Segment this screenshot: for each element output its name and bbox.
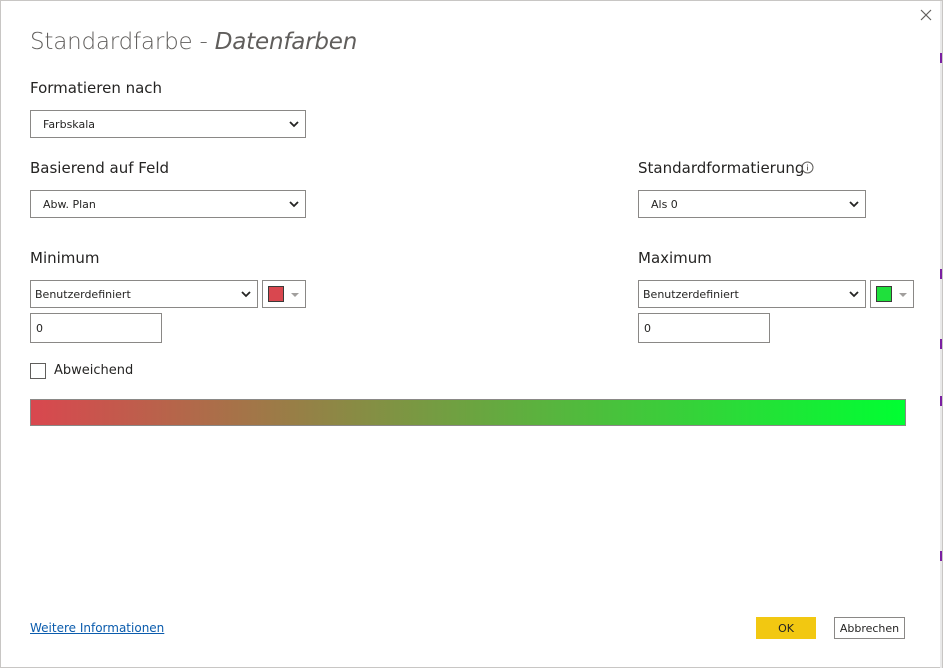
edge-accent <box>940 339 942 349</box>
format-dialog: Standardfarbe - Datenfarben Formatieren … <box>0 0 943 668</box>
edge-accent <box>940 396 942 406</box>
maximum-color-picker[interactable] <box>870 280 914 308</box>
chevron-down-icon <box>289 201 299 208</box>
edge-accent <box>940 269 942 279</box>
dialog-title-main: Standardfarbe - <box>30 29 215 55</box>
cancel-button[interactable]: Abbrechen <box>834 617 905 639</box>
minimum-type-select[interactable]: Benutzerdefiniert <box>30 280 258 308</box>
close-button[interactable] <box>917 6 935 24</box>
minimum-label: Minimum <box>30 249 100 267</box>
maximum-type-select[interactable]: Benutzerdefiniert <box>638 280 866 308</box>
diverging-label: Abweichend <box>54 363 134 378</box>
caret-down-icon <box>291 293 299 297</box>
caret-down-icon <box>899 293 907 297</box>
maximum-type-value: Benutzerdefiniert <box>643 287 739 301</box>
ok-button[interactable]: OK <box>756 617 816 639</box>
dialog-title: Standardfarbe - Datenfarben <box>30 29 357 55</box>
default-formatting-select[interactable]: Als 0 <box>638 190 866 218</box>
minimum-type-value: Benutzerdefiniert <box>35 287 131 301</box>
minimum-color-swatch <box>268 286 284 302</box>
maximum-color-swatch <box>876 286 892 302</box>
edge-accent <box>940 53 942 63</box>
format-by-select[interactable]: Farbskala <box>30 110 306 138</box>
dialog-title-sub: Datenfarben <box>214 29 358 55</box>
maximum-value-input[interactable] <box>638 313 770 343</box>
minimum-color-picker[interactable] <box>262 280 306 308</box>
format-by-value: Farbskala <box>43 117 96 131</box>
maximum-label: Maximum <box>638 249 712 267</box>
minimum-value-input[interactable] <box>30 313 162 343</box>
chevron-down-icon <box>241 291 251 298</box>
color-scale-preview <box>30 399 906 426</box>
format-by-label: Formatieren nach <box>30 79 163 97</box>
close-icon <box>920 9 932 21</box>
learn-more-link[interactable]: Weitere Informationen <box>30 621 164 635</box>
default-formatting-label: Standardformatierung <box>638 159 805 177</box>
diverging-checkbox[interactable] <box>30 363 46 379</box>
chevron-down-icon <box>849 291 859 298</box>
based-on-value: Abw. Plan <box>43 197 96 211</box>
edge-accent <box>940 551 942 561</box>
window-edge <box>940 1 942 668</box>
default-formatting-value: Als 0 <box>651 197 678 211</box>
chevron-down-icon <box>289 121 299 128</box>
info-icon[interactable] <box>801 161 814 174</box>
based-on-label: Basierend auf Feld <box>30 159 170 177</box>
based-on-select[interactable]: Abw. Plan <box>30 190 306 218</box>
chevron-down-icon <box>849 201 859 208</box>
